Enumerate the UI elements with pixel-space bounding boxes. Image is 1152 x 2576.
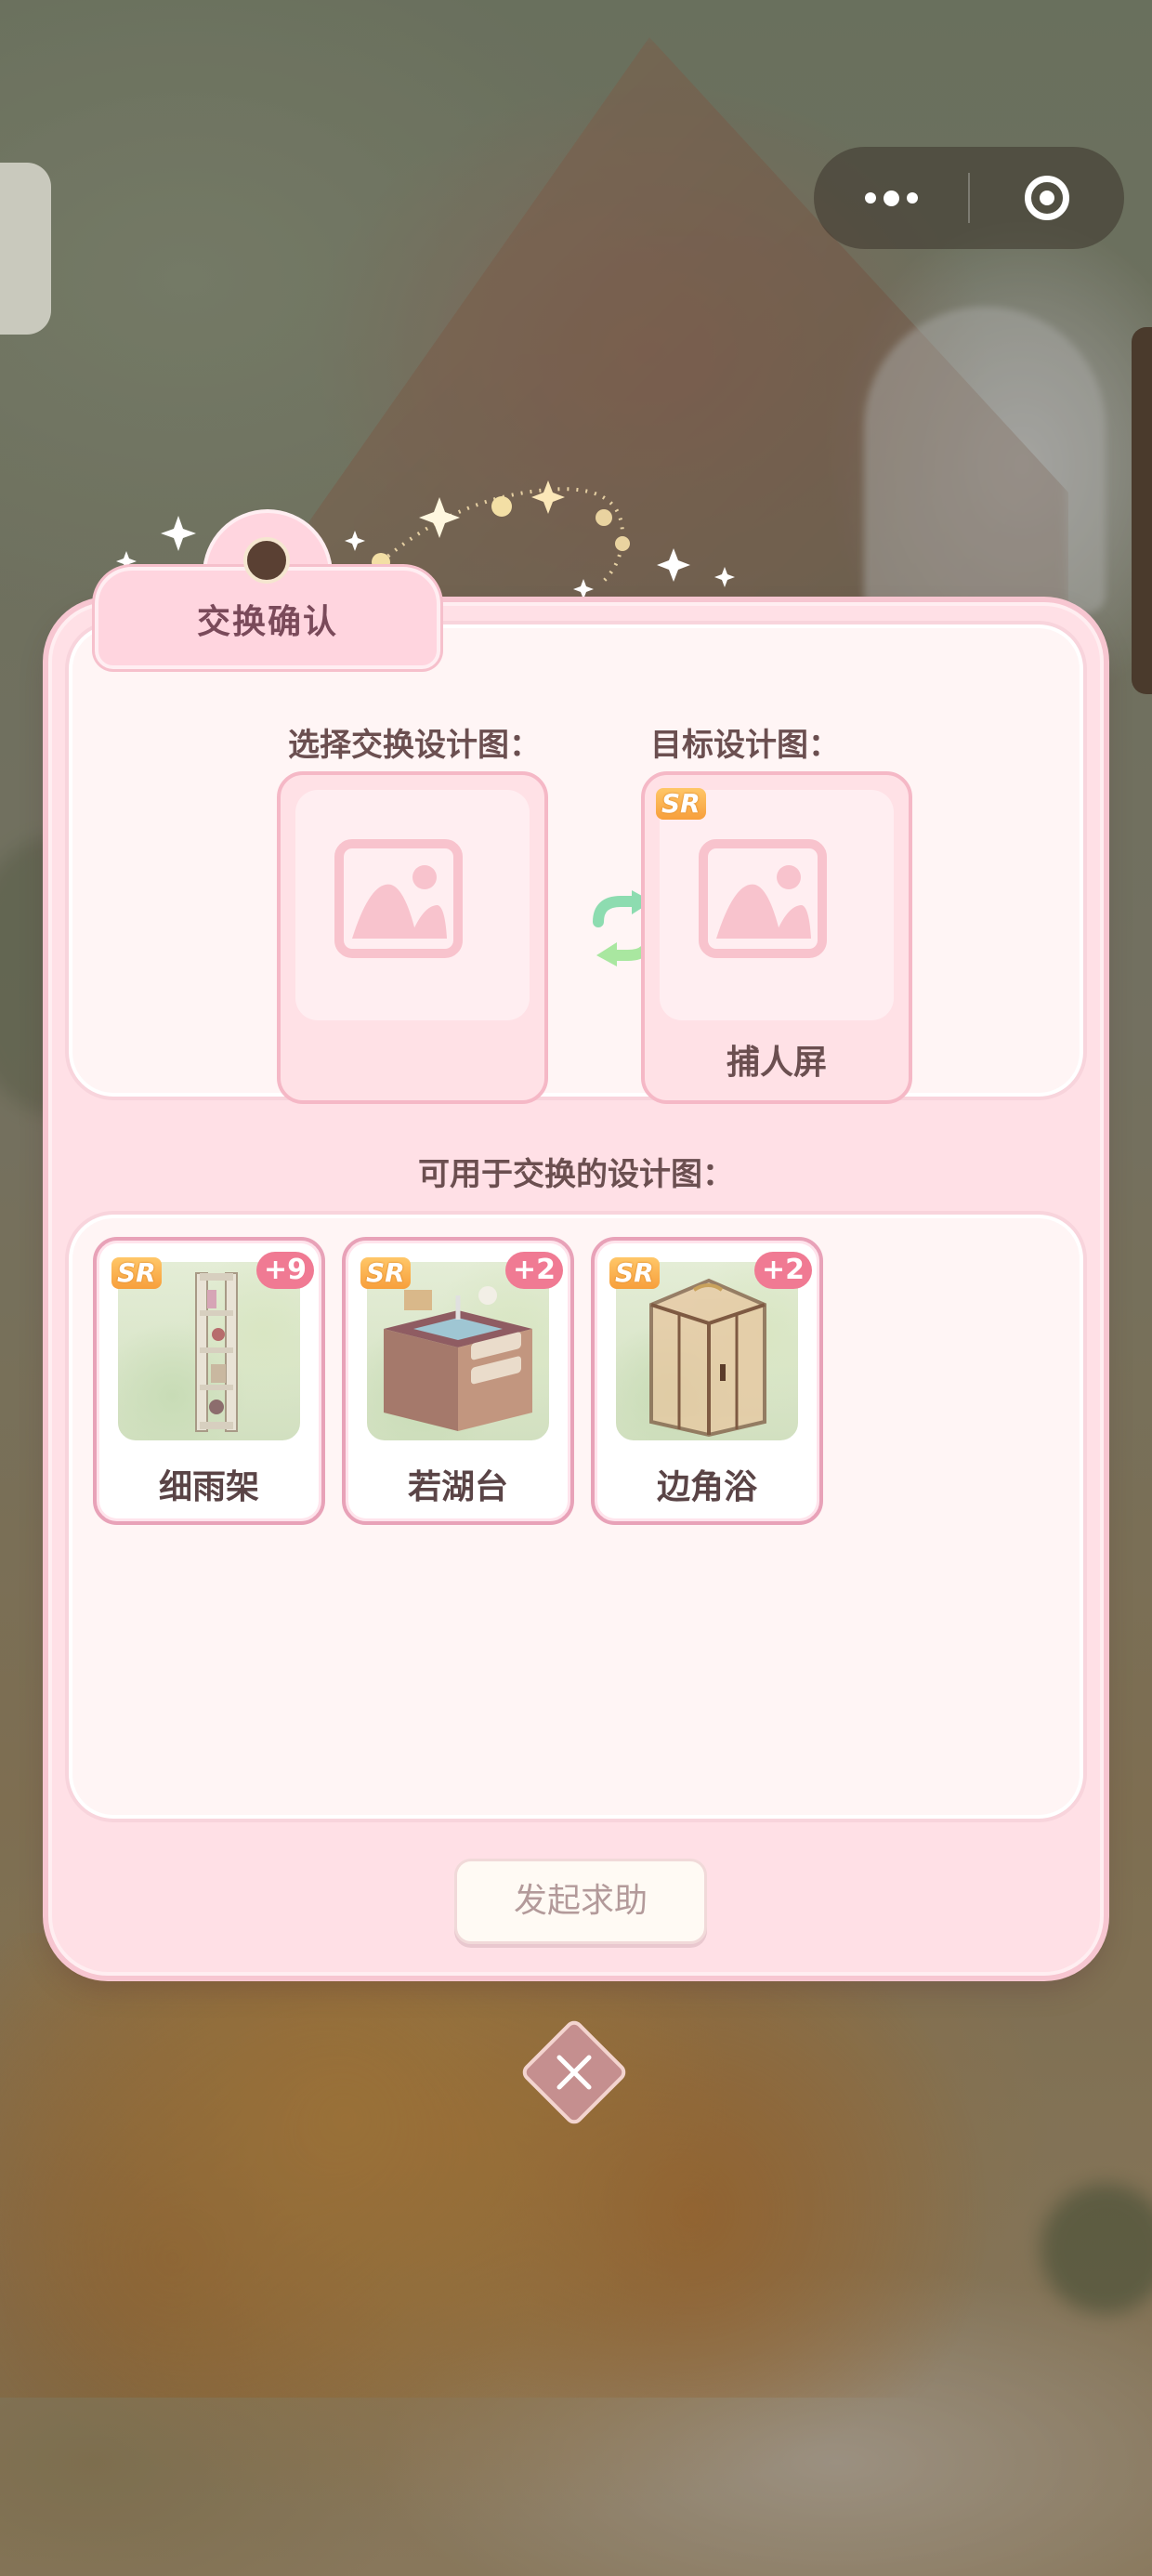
quantity-badge: +2 xyxy=(753,1252,812,1289)
rarity-badge: SR xyxy=(656,788,706,820)
target-design-slot[interactable]: SR 捕人屏 xyxy=(641,771,912,1104)
dialog-title-tab: 交换确认 xyxy=(95,509,440,669)
image-placeholder-icon xyxy=(699,839,827,958)
dialog-title: 交换确认 xyxy=(196,603,338,641)
design-card[interactable]: SR +2 边角浴 xyxy=(591,1237,823,1525)
available-designs-list: SR +9 细雨架 SR +2 若湖台 SR +2 边角浴 xyxy=(69,1215,1083,1819)
design-name: 细雨架 xyxy=(158,1468,259,1506)
exchange-confirm-dialog: 选择交换设计图： 目标设计图： SR 捕人屏 可用于交换的设计图： SR +9 … xyxy=(48,602,1104,1976)
target-design-label: 目标设计图： xyxy=(650,727,840,764)
quantity-badge: +9 xyxy=(255,1252,314,1289)
rarity-badge: SR xyxy=(609,1257,660,1289)
request-help-button[interactable]: 发起求助 xyxy=(454,1859,707,1944)
design-card[interactable]: SR +2 若湖台 xyxy=(342,1237,574,1525)
rarity-badge: SR xyxy=(111,1257,162,1289)
title-ornament-icon xyxy=(243,537,290,584)
mini-program-capsule xyxy=(814,147,1124,249)
more-options-button[interactable] xyxy=(814,147,969,249)
quantity-badge: +2 xyxy=(504,1252,563,1289)
target-design-name: 捕人屏 xyxy=(726,1044,827,1082)
image-placeholder-icon xyxy=(334,839,463,958)
design-name: 若湖台 xyxy=(407,1468,508,1506)
select-design-label: 选择交换设计图： xyxy=(288,727,541,764)
select-design-slot[interactable] xyxy=(277,771,548,1104)
exchange-selection-panel: 选择交换设计图： 目标设计图： SR 捕人屏 xyxy=(69,624,1083,1104)
side-tab-right[interactable] xyxy=(1132,327,1152,694)
target-circle-icon xyxy=(1024,176,1069,220)
close-icon xyxy=(535,2033,613,2111)
exit-mini-program-button[interactable] xyxy=(969,147,1124,249)
rarity-badge: SR xyxy=(360,1257,411,1289)
available-designs-label: 可用于交换的设计图： xyxy=(418,1156,734,1193)
design-card[interactable]: SR +9 细雨架 xyxy=(93,1237,325,1525)
side-tab-left[interactable] xyxy=(0,163,51,335)
more-dots-icon xyxy=(865,192,876,204)
design-name: 边角浴 xyxy=(656,1468,757,1506)
